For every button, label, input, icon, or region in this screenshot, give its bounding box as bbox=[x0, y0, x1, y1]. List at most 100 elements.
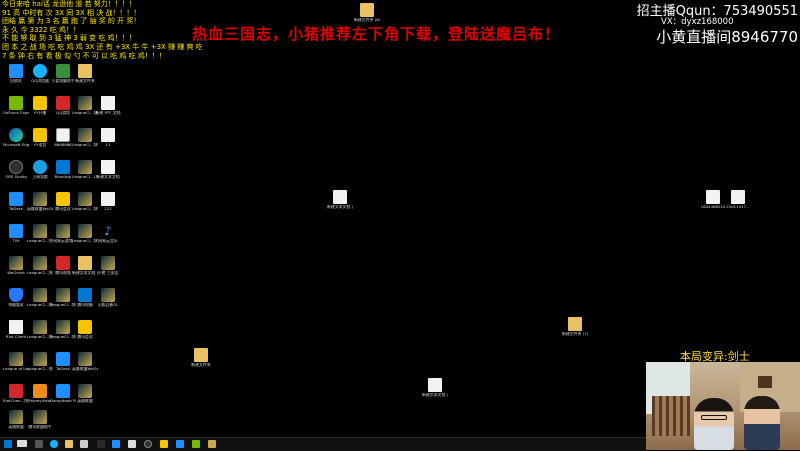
todesk-taskbar-icon[interactable] bbox=[112, 440, 120, 448]
desktop-icon-label: 新建文件夹 bbox=[191, 363, 211, 367]
search-icon[interactable] bbox=[17, 440, 27, 447]
separator-icon bbox=[97, 440, 105, 448]
desktop-icon[interactable]: WeGame bbox=[3, 256, 29, 288]
folder-icon bbox=[78, 256, 92, 270]
document-icon bbox=[428, 378, 442, 392]
desktop-icon[interactable]: TIM bbox=[3, 224, 29, 256]
desktop-icon-label: 小猪 三国志 bbox=[97, 271, 119, 275]
desktop-icon[interactable]: 小猪 三国志 bbox=[95, 256, 121, 288]
meeting-icon bbox=[56, 192, 70, 206]
folder-icon bbox=[194, 348, 208, 362]
desktop-icon-label: ToDesk bbox=[9, 207, 23, 211]
folder-icon bbox=[360, 3, 374, 17]
wegame-icon bbox=[78, 352, 92, 366]
yy-voice-icon bbox=[33, 128, 47, 142]
obs-icon bbox=[9, 160, 23, 174]
desktop-icon-label: GeForce Experience bbox=[3, 111, 29, 115]
assistant-icon bbox=[56, 64, 70, 78]
desktop-icon-label: 1644466224 bbox=[700, 205, 726, 209]
desktop-icon[interactable]: 新建 RTF 文档 bbox=[95, 96, 121, 128]
desktop-icon-label: 英雄联盟 bbox=[77, 399, 93, 403]
app-taskbar-icon[interactable] bbox=[192, 440, 200, 448]
desktop-icon-label: 新建文件夹 (7) bbox=[562, 332, 588, 336]
promo-banner: 热血三国志，小猪推荐左下角下载，登陆送魔吕布！ bbox=[192, 25, 561, 43]
league-taskbar-icon[interactable] bbox=[208, 440, 216, 448]
desktop-icon-label: 回收站 bbox=[10, 79, 22, 83]
start-icon[interactable] bbox=[4, 440, 12, 448]
league-icon bbox=[78, 384, 92, 398]
desktop-icon[interactable]: ToDesk bbox=[3, 192, 29, 224]
picture-frame bbox=[758, 376, 772, 388]
glasses bbox=[701, 415, 727, 420]
desktop-icon[interactable]: Microsoft Edge bbox=[3, 128, 29, 160]
staircase bbox=[652, 396, 690, 436]
desktop-icon-label: 新建文件夹 bbox=[75, 79, 95, 83]
desktop-icon-label: 新建文本文档 (5) bbox=[422, 393, 448, 397]
desktop-icon-label: 英雄联盟 bbox=[8, 425, 24, 429]
bandizip-icon bbox=[56, 160, 70, 174]
app-taskbar-icon[interactable] bbox=[128, 440, 136, 448]
desktop-icon[interactable]: 英雄联盟WeGame版 bbox=[72, 352, 98, 384]
desktop-icon-label: RiotClien...快捷方式 bbox=[3, 399, 29, 403]
league-icon bbox=[33, 256, 47, 270]
stream-ticker: 今日来哈 hai话 龙逊他 道 若 努力！！！！ 91 高 中时有 次 3X 同… bbox=[2, 0, 202, 60]
desktop-icon-label: 22d11547... bbox=[726, 205, 750, 209]
app-icon bbox=[56, 384, 70, 398]
yy-icon bbox=[33, 96, 47, 110]
desktop-icon[interactable]: 腾讯会议 bbox=[72, 320, 98, 352]
document-icon bbox=[101, 128, 115, 142]
league-icon bbox=[33, 352, 47, 366]
task-view-icon[interactable] bbox=[35, 440, 43, 448]
desktop-icon[interactable]: 11 bbox=[95, 128, 121, 160]
desktop-icon-label: 新建 RTF 文档 bbox=[95, 111, 121, 115]
league-icon bbox=[78, 224, 92, 238]
meeting-icon bbox=[78, 320, 92, 334]
desktop-icon[interactable]: 22d11547... bbox=[725, 190, 751, 222]
desktop-icon[interactable]: GeForce Experience bbox=[3, 96, 29, 128]
file-explorer-icon[interactable] bbox=[65, 440, 73, 448]
desktop-icon[interactable]: 电脑管家 bbox=[3, 288, 29, 320]
desktop-icon[interactable]: 新建文本文档 (4) bbox=[327, 190, 353, 222]
desktop-icon[interactable]: 新建文件夹 bbox=[72, 64, 98, 96]
tencent-icon bbox=[78, 288, 92, 302]
desktop-icon-label: 英雄联盟WeGame版 bbox=[72, 367, 98, 371]
riot-icon bbox=[9, 384, 23, 398]
desktop-icon-label: 腾讯联盟助手 bbox=[28, 425, 52, 429]
desktop-icon[interactable]: 新建文件夹 (7) bbox=[562, 317, 588, 349]
desktop-icon[interactable]: 222 bbox=[95, 192, 121, 224]
desktop-icon[interactable]: 火影忍者OL bbox=[95, 288, 121, 320]
desktop-icon[interactable]: 新建文本文档 (5) bbox=[422, 378, 448, 410]
desktop-icon[interactable]: 新建文本文档 bbox=[95, 160, 121, 192]
document-icon bbox=[9, 320, 23, 334]
obs-taskbar-icon[interactable] bbox=[144, 440, 152, 448]
league-icon bbox=[78, 160, 92, 174]
folder-icon bbox=[568, 317, 582, 331]
todesk-icon bbox=[56, 352, 70, 366]
recycle-bin-icon bbox=[9, 64, 23, 78]
app-taskbar-icon[interactable] bbox=[176, 440, 184, 448]
desktop-icon[interactable]: 1644466224 bbox=[700, 190, 726, 222]
desktop-icon[interactable]: 新建文件夹 bbox=[188, 348, 214, 380]
league-icon bbox=[9, 410, 23, 424]
league-icon bbox=[33, 288, 47, 302]
desktop-icon-label: 222 bbox=[104, 207, 112, 211]
desktop-icon[interactable]: ♪ 网易云音乐 bbox=[95, 224, 121, 256]
desktop[interactable]: 回收站QQ浏览器小爱电脑助手新建文件夹GeForce ExperienceYY开… bbox=[0, 0, 800, 451]
yy-taskbar-icon[interactable] bbox=[160, 440, 168, 448]
app-taskbar-icon[interactable] bbox=[80, 440, 88, 448]
desktop-icon[interactable]: 回收站 bbox=[3, 64, 29, 96]
desktop-icon-label: TIM bbox=[12, 239, 20, 243]
ie-icon bbox=[33, 160, 47, 174]
desktop-icon-label: 新建文本文档 (4) bbox=[327, 205, 353, 209]
qq-browser-taskbar-icon[interactable] bbox=[50, 440, 58, 448]
desktop-icon[interactable]: OBS Studio bbox=[3, 160, 29, 192]
document-icon bbox=[333, 190, 347, 204]
desktop-icon[interactable]: League of Legends bbox=[3, 352, 29, 384]
webcam-feed bbox=[646, 362, 800, 450]
ticker-line: 今日来哈 hai话 龙逊他 道 若 努力！！！！ bbox=[2, 0, 136, 8]
desktop-icon-label: 电脑管家 bbox=[8, 303, 24, 307]
folder-icon bbox=[78, 64, 92, 78]
desktop-icon[interactable]: 英雄联盟 bbox=[72, 384, 98, 416]
desktop-icon[interactable]: Riot Client bbox=[3, 320, 29, 352]
wegame-icon bbox=[9, 256, 23, 270]
